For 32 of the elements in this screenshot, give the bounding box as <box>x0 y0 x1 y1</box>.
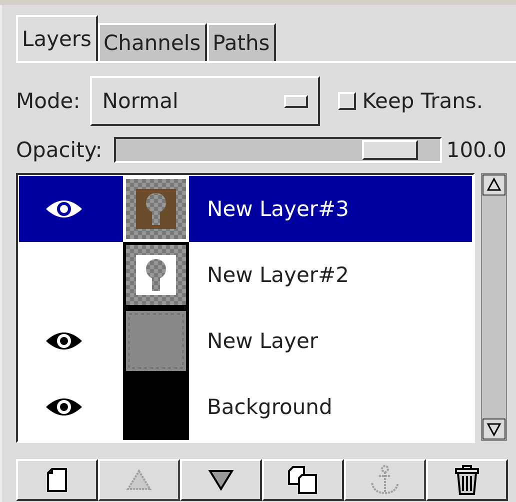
layer-action-button[interactable] <box>16 459 98 501</box>
up-triangle-icon <box>126 469 152 491</box>
layer-thumbnail <box>123 176 189 242</box>
layer-action-button[interactable] <box>426 459 508 501</box>
tab[interactable]: Layers <box>16 15 98 61</box>
layer-name: New Layer#2 <box>207 263 349 287</box>
layer-row[interactable]: New Layer#3 <box>19 176 472 242</box>
opacity-slider[interactable] <box>114 137 442 163</box>
mode-dropdown[interactable]: Normal <box>90 76 320 126</box>
tab[interactable]: Channels <box>98 23 207 61</box>
layer-action-button[interactable] <box>180 459 262 501</box>
trash-icon <box>454 465 480 495</box>
slider-thumb[interactable] <box>362 140 418 160</box>
new-layer-icon <box>46 467 68 493</box>
opacity-value: 100.0 <box>446 138 506 162</box>
layer-name: New Layer <box>207 329 318 353</box>
layer-thumbnail <box>123 242 189 308</box>
opacity-label: Opacity: <box>16 138 102 162</box>
scroll-up-icon[interactable] <box>482 174 506 196</box>
scrollbar[interactable] <box>481 173 507 441</box>
layer-name: Background <box>207 395 332 419</box>
keep-trans-checkbox[interactable] <box>338 92 356 110</box>
down-triangle-icon <box>208 469 234 491</box>
mode-label: Mode: <box>16 89 80 113</box>
layer-thumbnail <box>123 308 189 374</box>
layer-action-button[interactable] <box>262 459 344 501</box>
layer-name: New Layer#3 <box>207 197 349 221</box>
duplicate-layer-icon <box>288 466 318 494</box>
keep-trans-label: Keep Trans. <box>362 89 484 113</box>
scroll-down-icon[interactable] <box>482 418 506 440</box>
tab[interactable]: Paths <box>206 23 276 61</box>
layer-thumbnail <box>123 374 189 440</box>
